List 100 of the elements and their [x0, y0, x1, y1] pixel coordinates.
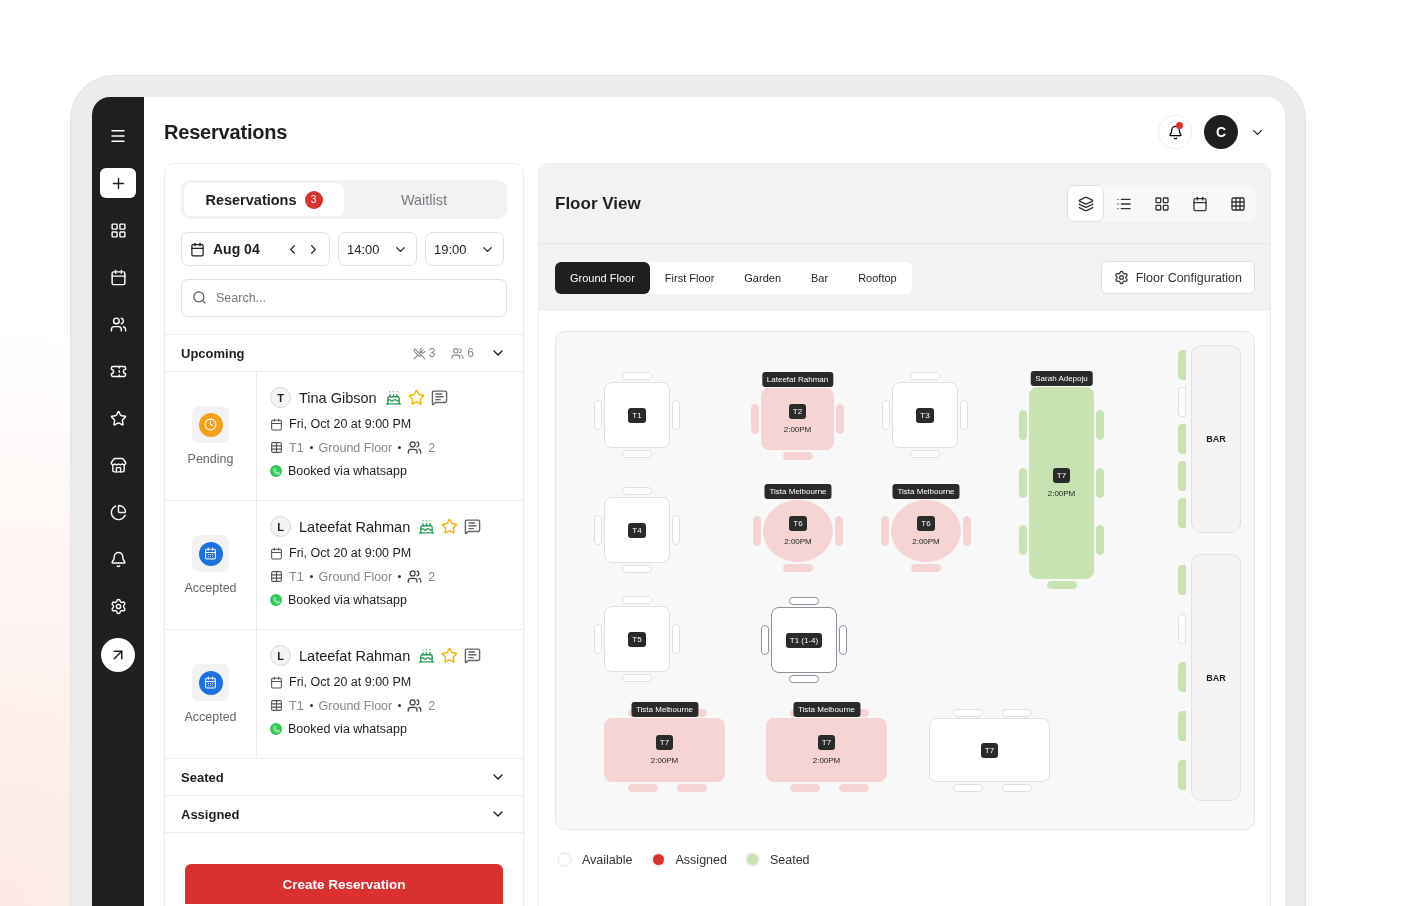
chair: [963, 516, 971, 546]
note-icon: [430, 389, 448, 406]
status-label: Accepted: [184, 710, 237, 724]
phone-icon: [270, 465, 282, 477]
cake-icon: [384, 389, 402, 406]
chair: [594, 515, 602, 545]
dining-table[interactable]: T1: [604, 382, 670, 448]
reservation-time: 2:00PM: [912, 537, 940, 546]
dining-table[interactable]: T7 2:00PM: [766, 718, 887, 782]
status-label: Accepted: [184, 581, 237, 595]
chair: [622, 372, 652, 380]
chair: [594, 624, 602, 654]
reservation-card[interactable]: Pending T Tina Gibson Fri, Oct 20 at 9:00 PM T1 Ground Floor 2 Booked via whatsapp: [165, 371, 523, 500]
time-select[interactable]: 14:00: [338, 232, 417, 266]
note-icon: [464, 647, 482, 664]
phone-icon: [270, 723, 282, 735]
table-number: T1: [289, 440, 304, 455]
add-button[interactable]: [100, 168, 136, 198]
date-picker[interactable]: Aug 04: [181, 232, 330, 266]
chair: [1001, 784, 1032, 792]
section-header[interactable]: Assigned: [165, 795, 523, 832]
guest-name-tag: Sarah Adepoju: [1030, 371, 1093, 386]
floor-tab[interactable]: Ground Floor: [555, 261, 650, 294]
section-title: Seated: [181, 769, 225, 785]
chair: [882, 400, 890, 430]
table-label: T1: [628, 407, 646, 423]
cake-icon: [418, 518, 436, 535]
chair: [953, 784, 984, 792]
dining-table[interactable]: T7 2:00PM: [604, 718, 725, 782]
view-mode-button[interactable]: [1067, 185, 1104, 222]
chair: [672, 624, 680, 654]
table-label: T1 (1-4): [785, 632, 823, 648]
dining-table[interactable]: T6 2:00PM: [891, 500, 961, 562]
chair: [789, 597, 819, 605]
dining-table[interactable]: T3: [892, 382, 958, 448]
search-field[interactable]: Search...: [181, 279, 507, 317]
bar-counter: BAR: [1191, 345, 1241, 533]
chair: [910, 372, 940, 380]
external-link-button[interactable]: [101, 638, 135, 672]
dining-table[interactable]: T2 2:00PM: [761, 388, 834, 450]
chair: [1001, 709, 1032, 717]
reservation-card[interactable]: Accepted L Lateefat Rahman Fri, Oct 20 at 9:00 PM T1 Ground Floor 2 Booked via whatsapp: [165, 500, 523, 629]
dining-table[interactable]: T5: [604, 606, 670, 672]
time-select[interactable]: 19:00: [425, 232, 504, 266]
section-header[interactable]: Seated: [165, 758, 523, 795]
guest-name: Lateefat Rahman: [299, 647, 411, 664]
chair: [1096, 525, 1104, 556]
count-badge: 3: [304, 190, 323, 209]
calendar-icon: [190, 241, 205, 257]
note-icon: [464, 518, 482, 535]
menu-icon: [109, 127, 127, 145]
chair: [753, 516, 761, 546]
chair: [622, 487, 652, 495]
calendar-icon: [270, 546, 283, 560]
chair: [835, 516, 843, 546]
dining-table[interactable]: T6 2:00PM: [763, 500, 833, 562]
legend-label: Assigned: [675, 852, 727, 867]
guest-name-tag: Tista Melbourne: [892, 484, 960, 499]
tab[interactable]: Waitlist: [344, 183, 504, 216]
cake-icon: [418, 647, 436, 664]
guests-count: 6: [467, 346, 474, 360]
dining-table[interactable]: T4: [604, 497, 670, 563]
star-icon: [109, 409, 127, 427]
tab[interactable]: Reservations 3: [184, 183, 344, 216]
user-avatar[interactable]: C: [1204, 115, 1238, 149]
chair: [789, 675, 819, 683]
reservation-card[interactable]: Accepted L Lateefat Rahman Fri, Oct 20 at 9:00 PM T1 Ground Floor 2 Booked via whatsapp: [165, 629, 523, 758]
chair: [836, 404, 844, 434]
dining-table[interactable]: T7: [929, 718, 1050, 782]
dining-table[interactable]: T1 (1-4): [771, 607, 837, 673]
reservation-time: 2:00PM: [784, 537, 812, 546]
table-number: T1: [289, 569, 304, 584]
section-header[interactable]: Upcoming 3 6: [165, 334, 523, 371]
clock-icon: [204, 418, 217, 431]
chair: [910, 450, 940, 458]
chair: [953, 709, 984, 717]
create-reservation-button[interactable]: Create Reservation: [185, 864, 503, 904]
chair: [1046, 581, 1077, 589]
pie-chart-icon: [109, 503, 127, 521]
table-label: T4: [628, 522, 646, 538]
dining-table[interactable]: T7 2:00PM: [1029, 387, 1094, 579]
chair: [881, 516, 889, 546]
star-icon: [441, 518, 459, 535]
floor-configuration-button[interactable]: Floor Configuration: [1100, 261, 1255, 294]
star-icon: [407, 389, 425, 406]
table-label: T6: [917, 516, 935, 531]
section-title: Upcoming: [181, 345, 246, 361]
settings-icon: [109, 597, 127, 615]
chair: [1096, 410, 1104, 441]
chair: [672, 515, 680, 545]
party-size: 2: [428, 698, 436, 713]
chair: [672, 400, 680, 430]
page-title: Reservations: [164, 120, 288, 144]
booking-source: Booked via whatsapp: [288, 722, 407, 736]
guest-name-tag: Tista Melbourne: [764, 484, 832, 499]
reservation-time: 2:00PM: [812, 756, 841, 765]
party-size: 2: [428, 569, 436, 584]
chair: [622, 450, 652, 458]
table-label: T7: [1052, 468, 1071, 483]
notification-button[interactable]: [1158, 115, 1192, 149]
